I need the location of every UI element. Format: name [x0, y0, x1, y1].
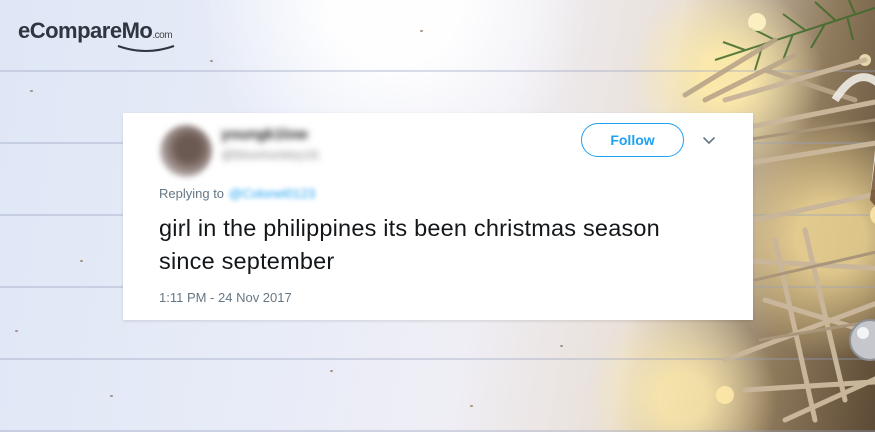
follow-button[interactable]: Follow — [581, 123, 684, 157]
avatar[interactable] — [160, 125, 212, 177]
display-name[interactable]: youngk1low — [221, 126, 308, 143]
background-speck — [80, 260, 83, 262]
tweet-card: youngk1low @bloomonkey16 Follow Replying… — [123, 113, 753, 320]
replying-to-mention[interactable]: @Colonel0123 — [229, 186, 315, 201]
background-speck — [330, 370, 333, 372]
brand-logo-text: eCompareMo — [18, 18, 153, 43]
background-speck — [210, 60, 213, 62]
background-speck — [30, 90, 33, 92]
background-speck — [15, 330, 18, 332]
brand-logo-suffix: .com — [152, 30, 173, 41]
logo-swoosh-icon — [117, 45, 175, 52]
background-speck — [470, 405, 473, 407]
background-speck — [420, 30, 423, 32]
background-speck — [110, 395, 113, 397]
background-speck — [560, 345, 563, 347]
brand-logo[interactable]: eCompareMo.com — [18, 18, 175, 52]
tweet-text: girl in the philippines its been christm… — [159, 215, 660, 274]
user-handle[interactable]: @bloomonkey16 — [221, 147, 319, 162]
chevron-down-icon[interactable] — [701, 133, 717, 149]
tweet-timestamp[interactable]: 1:11 PM - 24 Nov 2017 — [159, 290, 292, 305]
replying-to-label: Replying to — [159, 186, 225, 201]
replying-to-line: Replying to @Colonel0123 — [159, 186, 315, 201]
